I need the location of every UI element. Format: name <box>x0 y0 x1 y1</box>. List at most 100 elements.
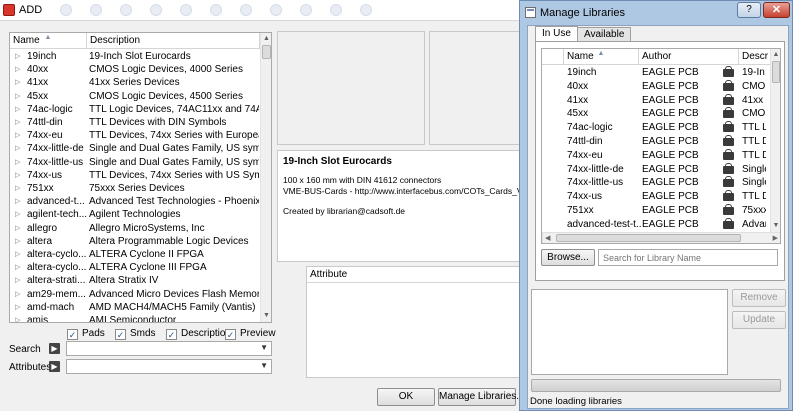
attributes-combo[interactable]: ▼ <box>66 359 272 374</box>
tab-content: ▲ Name Author Descr 19inch EAGLE PCB 19-In… <box>535 41 785 281</box>
close-button[interactable]: ✕ <box>763 2 790 18</box>
expand-arrow-icon[interactable]: ▷ <box>15 116 20 129</box>
expand-arrow-icon[interactable]: ▷ <box>15 129 20 142</box>
table-row[interactable]: 751xx EAGLE PCB 75xxx <box>542 204 770 218</box>
vertical-scrollbar[interactable]: ▲ ▼ <box>260 33 271 322</box>
table-row[interactable]: 74xx-eu EAGLE PCB TTL D <box>542 148 770 163</box>
library-row[interactable]: ▷ amd-mach AMD MACH4/MACH5 Family (Vantis) <box>10 301 260 314</box>
library-author: EAGLE PCB <box>642 108 699 120</box>
expand-arrow-icon[interactable]: ▷ <box>15 142 20 155</box>
table-row[interactable]: 19inch EAGLE PCB 19-In <box>542 66 770 80</box>
vertical-scrollbar[interactable]: ▲ ▼ <box>770 49 780 232</box>
scroll-up-icon[interactable]: ▲ <box>261 33 271 45</box>
table-row[interactable]: advanced-test-t... EAGLE PCB Advar <box>542 217 770 232</box>
expand-arrow-icon[interactable]: ▷ <box>15 301 20 314</box>
description-link[interactable]: VME-BUS-Cards - http://www.interfacebus.… <box>283 186 529 196</box>
library-row[interactable]: ▷ 74ac-logic TTL Logic Devices, 74AC11xx a… <box>10 103 260 116</box>
library-row[interactable]: ▷ 74xx-eu TTL Devices, 74xx Series with Eu… <box>10 129 260 142</box>
description-column-header[interactable]: Descr <box>739 49 770 65</box>
library-row[interactable]: ▷ 74xx-little-de Single and Dual Gates Fam… <box>10 142 260 155</box>
library-row[interactable]: ▷ altera Altera Programmable Logic Devices <box>10 235 260 248</box>
search-go-icon[interactable]: ▶ <box>49 343 60 354</box>
expand-arrow-icon[interactable]: ▷ <box>15 288 20 301</box>
search-combo[interactable]: ▼ <box>66 341 272 356</box>
smds-checkbox[interactable]: ✓ Smds <box>115 327 156 340</box>
expand-arrow-icon[interactable]: ▷ <box>15 261 20 274</box>
library-name: altera <box>27 235 53 247</box>
manage-libraries-button[interactable]: Manage Libraries... <box>438 388 525 406</box>
description-column-header[interactable]: Description <box>87 33 260 49</box>
table-row[interactable]: 41xx EAGLE PCB 41xx S <box>542 93 770 108</box>
description-checkbox[interactable]: ✓ Description <box>166 327 231 340</box>
library-row[interactable]: ▷ allegro Allegro MicroSystems, Inc <box>10 222 260 235</box>
library-row[interactable]: ▷ 19inch 19-Inch Slot Eurocards <box>10 50 260 63</box>
library-row[interactable]: ▷ agilent-tech... Agilent Technologies <box>10 208 260 221</box>
expand-arrow-icon[interactable]: ▷ <box>15 169 20 182</box>
expand-arrow-icon[interactable]: ▷ <box>15 208 20 221</box>
library-row[interactable]: ▷ altera-strati... Altera Stratix IV <box>10 274 260 287</box>
scroll-thumb[interactable] <box>262 45 271 59</box>
scroll-left-icon[interactable]: ◀ <box>545 233 550 243</box>
library-table[interactable]: ▲ Name Author Descr 19inch EAGLE PCB 19-In… <box>541 48 781 244</box>
library-row[interactable]: ▷ 45xx CMOS Logic Devices, 4500 Series <box>10 90 260 103</box>
library-row[interactable]: ▷ am29-mem... Advanced Micro Devices Flash… <box>10 288 260 301</box>
remove-button[interactable]: Remove <box>732 289 786 307</box>
library-name: 74xx-little-de <box>27 143 84 155</box>
library-row[interactable]: ▷ 751xx 75xxx Series Devices <box>10 182 260 195</box>
ok-button[interactable]: OK <box>377 388 435 406</box>
table-row[interactable]: 74xx-little-de EAGLE PCB Single <box>542 162 770 177</box>
library-row[interactable]: ▷ 40xx CMOS Logic Devices, 4000 Series <box>10 63 260 76</box>
expand-arrow-icon[interactable]: ▷ <box>15 274 20 287</box>
library-row[interactable]: ▷ 74xx-little-us Single and Dual Gates Fam… <box>10 156 260 169</box>
library-name: am29-mem... <box>27 288 86 300</box>
scroll-right-icon[interactable]: ▶ <box>773 233 778 243</box>
expand-arrow-icon[interactable]: ▷ <box>15 156 20 169</box>
expand-arrow-icon[interactable]: ▷ <box>15 103 20 116</box>
expand-arrow-icon[interactable]: ▷ <box>15 195 20 208</box>
expand-arrow-icon[interactable]: ▷ <box>15 63 20 76</box>
expand-arrow-icon[interactable]: ▷ <box>15 90 20 103</box>
table-row[interactable]: 74xx-us EAGLE PCB TTL D <box>542 190 770 204</box>
library-row[interactable]: ▷ 74ttl-din TTL Devices with DIN Symbols <box>10 116 260 129</box>
table-row[interactable]: 74ac-logic EAGLE PCB TTL L <box>542 121 770 135</box>
tab-in-use[interactable]: In Use <box>535 26 578 42</box>
library-row[interactable]: ▷ altera-cyclo... ALTERA Cyclone II FPGA <box>10 248 260 261</box>
expand-arrow-icon[interactable]: ▷ <box>15 222 20 235</box>
library-description: TTL D <box>742 136 766 147</box>
name-column-header[interactable]: ▲ Name <box>10 33 87 49</box>
library-row[interactable]: ▷ 74xx-us TTL Devices, 74xx Series with US… <box>10 169 260 182</box>
name-column-header[interactable]: ▲ Name <box>564 49 639 65</box>
expand-arrow-icon[interactable]: ▷ <box>15 248 20 261</box>
table-row[interactable]: 74xx-little-us EAGLE PCB Single <box>542 176 770 190</box>
library-row[interactable]: ▷ amis AMI Semiconductor <box>10 314 260 322</box>
update-button[interactable]: Update <box>732 311 786 329</box>
library-row[interactable]: ▷ 41xx 41xx Series Devices <box>10 76 260 89</box>
expand-arrow-icon[interactable]: ▷ <box>15 235 20 248</box>
scroll-thumb[interactable] <box>556 234 741 242</box>
scroll-up-icon[interactable]: ▲ <box>771 49 780 61</box>
library-row[interactable]: ▷ altera-cyclo... ALTERA Cyclone III FPGA <box>10 261 260 274</box>
author-column-header[interactable]: Author <box>639 49 739 65</box>
library-tree-list[interactable]: ▲ Name Description ▷ 19inch 19-Inch Slot E… <box>9 32 272 323</box>
pads-checkbox[interactable]: ✓ Pads <box>67 327 105 340</box>
expand-arrow-icon[interactable]: ▷ <box>15 314 20 322</box>
help-button[interactable]: ? <box>737 2 761 18</box>
tab-available[interactable]: Available <box>577 27 632 42</box>
browse-button[interactable]: Browse... <box>541 249 595 266</box>
library-row[interactable]: ▷ advanced-t... Advanced Test Technologies… <box>10 195 260 208</box>
expand-arrow-icon[interactable]: ▷ <box>15 50 20 63</box>
attributes-go-icon[interactable]: ▶ <box>49 361 60 372</box>
horizontal-scrollbar[interactable]: ◀ ▶ <box>542 232 780 243</box>
library-description: TTL L <box>742 122 766 134</box>
expand-arrow-icon[interactable]: ▷ <box>15 182 20 195</box>
table-row[interactable]: 74ttl-din EAGLE PCB TTL D <box>542 135 770 149</box>
preview-checkbox[interactable]: ✓ Preview <box>225 327 276 340</box>
table-row[interactable]: 40xx EAGLE PCB CMOS <box>542 79 770 94</box>
scroll-down-icon[interactable]: ▼ <box>261 310 271 322</box>
library-search-input[interactable] <box>598 249 778 266</box>
scroll-down-icon[interactable]: ▼ <box>771 220 780 232</box>
checkmark-icon: ✓ <box>225 329 236 340</box>
scroll-thumb[interactable] <box>772 61 780 83</box>
expand-arrow-icon[interactable]: ▷ <box>15 76 20 89</box>
table-row[interactable]: 45xx EAGLE PCB CMOS <box>542 107 770 121</box>
